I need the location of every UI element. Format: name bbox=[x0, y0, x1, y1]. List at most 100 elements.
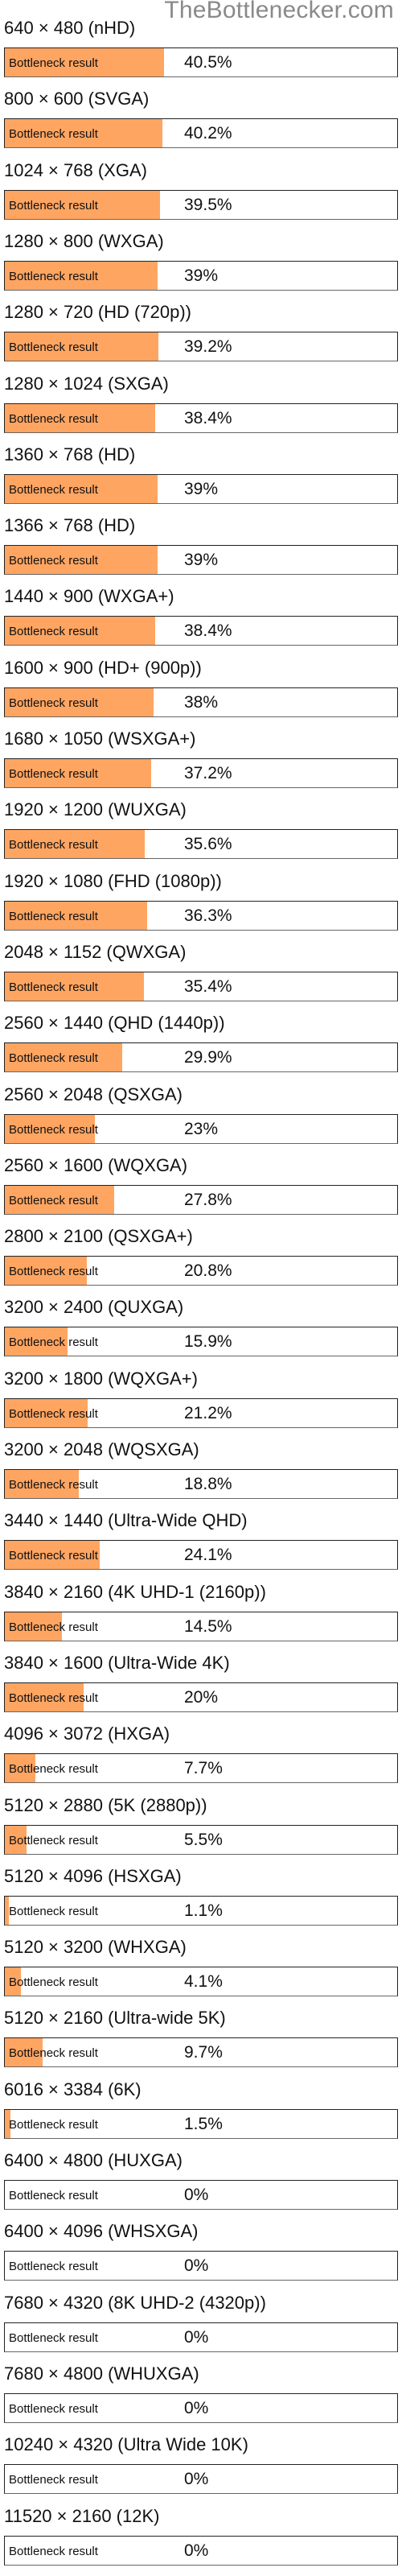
bar-value: 9.7% bbox=[184, 2043, 223, 2062]
bar-value: 0% bbox=[184, 2186, 209, 2204]
resolution-label: 1366 × 768 (HD) bbox=[4, 515, 136, 536]
result-row: 6400 × 4096 (WHSXGA) Bottleneck result 0% bbox=[0, 2203, 402, 2281]
result-row: 1366 × 768 (HD) Bottleneck result 39% bbox=[0, 497, 402, 576]
resolution-label: 5120 × 4096 (HSXGA) bbox=[4, 1865, 182, 1886]
result-row: 3840 × 2160 (4K UHD-1 (2160p)) Bottleneck… bbox=[0, 1564, 402, 1641]
bar-value: 40.5% bbox=[184, 53, 232, 72]
resolution-label: 1600 × 900 (HD+ (900p)) bbox=[4, 657, 202, 678]
bar-value: 35.6% bbox=[184, 835, 232, 854]
bar-label: Bottleneck result bbox=[9, 2189, 98, 2202]
bar-label: Bottleneck result bbox=[9, 1833, 98, 1847]
bar-value: 20% bbox=[184, 1687, 219, 1707]
resolution-label: 1280 × 800 (WXGA) bbox=[4, 230, 164, 251]
bar-value: 7.7% bbox=[184, 1759, 223, 1778]
result-row: 4096 × 3072 (HXGA) Bottleneck result 7.7% bbox=[0, 1706, 402, 1784]
resolution-label: 7680 × 4800 (WHUXGA) bbox=[4, 2363, 199, 2384]
result-row: 5120 × 2880 (5K (2880p)) Bottleneck resul… bbox=[0, 1777, 402, 1855]
result-row: 1920 × 1200 (WUXGA) Bottleneck result 35.6… bbox=[0, 782, 402, 860]
bar-value: 0% bbox=[184, 2398, 209, 2417]
resolution-label: 2560 × 1600 (WQXGA) bbox=[4, 1154, 188, 1175]
resolution-label: 4096 × 3072 (HXGA) bbox=[4, 1724, 170, 1744]
bar-label: Bottleneck result bbox=[9, 341, 98, 355]
resolution-label: 1024 × 768 (XGA) bbox=[4, 159, 147, 180]
bar-value: 29.9% bbox=[184, 1048, 232, 1067]
result-row: 1440 × 900 (WXGA+) Bottleneck result 38.4% bbox=[0, 568, 402, 646]
resolution-label: 6400 × 4800 (HUXGA) bbox=[4, 2150, 183, 2170]
bar-value: 39% bbox=[184, 479, 219, 498]
bar-value: 0% bbox=[184, 2470, 209, 2489]
bar-value: 18.8% bbox=[184, 1475, 232, 1493]
result-row: 1680 × 1050 (WSXGA+) Bottleneck result 37.… bbox=[0, 711, 402, 788]
result-row: 5120 × 4096 (HSXGA) Bottleneck result 1.1% bbox=[0, 1848, 402, 1926]
resolution-label: 1440 × 900 (WXGA+) bbox=[4, 586, 174, 607]
bar-label: Bottleneck result bbox=[9, 411, 98, 426]
resolution-label: 3200 × 1800 (WQXGA+) bbox=[4, 1368, 198, 1389]
bar-value: 1.1% bbox=[184, 1901, 223, 1920]
bar-label: Bottleneck result bbox=[9, 1122, 98, 1137]
resolution-label: 6400 × 4096 (WHSXGA) bbox=[4, 2221, 199, 2242]
result-row: 3440 × 1440 (Ultra-Wide QHD) Bottleneck r… bbox=[0, 1492, 402, 1571]
resolution-label: 1920 × 1080 (FHD (1080p)) bbox=[4, 870, 222, 891]
bar-label: Bottleneck result bbox=[9, 56, 98, 70]
bar-value: 38.4% bbox=[184, 621, 232, 641]
bar-label: Bottleneck result bbox=[9, 980, 98, 994]
bar-value: 38.4% bbox=[184, 408, 232, 427]
bar-value: 38% bbox=[184, 692, 219, 712]
bar-value: 39% bbox=[184, 266, 219, 285]
bar-label: Bottleneck result bbox=[9, 1478, 98, 1492]
bar-label: Bottleneck result bbox=[9, 1762, 98, 1777]
result-row: 800 × 600 (SVGA) Bottleneck result 40.2% bbox=[0, 71, 402, 149]
resolution-label: 3840 × 2160 (4K UHD-1 (2160p)) bbox=[4, 1581, 266, 1602]
bar-label: Bottleneck result bbox=[9, 625, 98, 639]
bar-label: Bottleneck result bbox=[9, 269, 98, 283]
resolution-label: 2800 × 2100 (QSXGA+) bbox=[4, 1226, 193, 1247]
bar-value: 24.1% bbox=[184, 1546, 232, 1565]
result-row: 11520 × 2160 (12K) Bottleneck result 0% bbox=[0, 2488, 402, 2566]
bar-label: Bottleneck result bbox=[9, 696, 98, 710]
result-row: 6016 × 3384 (6K) Bottleneck result 1.5% bbox=[0, 2062, 402, 2139]
resolution-label: 5120 × 3200 (WHXGA) bbox=[4, 1937, 187, 1958]
result-row: 5120 × 2160 (Ultra-wide 5K) Bottleneck re… bbox=[0, 1990, 402, 2068]
bar-label: Bottleneck result bbox=[9, 2473, 98, 2487]
resolution-label: 1280 × 720 (HD (720p)) bbox=[4, 302, 191, 323]
resolution-label: 3200 × 2048 (WQSXGA) bbox=[4, 1439, 199, 1459]
bar-label: Bottleneck result bbox=[9, 1549, 98, 1563]
bar-label: Bottleneck result bbox=[9, 2117, 98, 2132]
resolution-label: 1280 × 1024 (SXGA) bbox=[4, 373, 169, 394]
bar-label: Bottleneck result bbox=[9, 2544, 98, 2558]
bar-label: Bottleneck result bbox=[9, 767, 98, 781]
resolution-label: 640 × 480 (nHD) bbox=[4, 18, 136, 38]
result-row: 1360 × 768 (HD) Bottleneck result 39% bbox=[0, 427, 402, 504]
result-row: 3200 × 2400 (QUXGA) Bottleneck result 15.9… bbox=[0, 1279, 402, 1357]
bar-label: Bottleneck result bbox=[9, 2260, 98, 2274]
result-row: 3200 × 1800 (WQXGA+) Bottleneck result 21.… bbox=[0, 1351, 402, 1428]
result-row: 3840 × 1600 (Ultra-Wide 4K) Bottleneck re… bbox=[0, 1635, 402, 1712]
result-row: 1920 × 1080 (FHD (1080p)) Bottleneck resu… bbox=[0, 853, 402, 931]
bar-value: 4.1% bbox=[184, 1972, 223, 1992]
bar-value: 39.5% bbox=[184, 195, 232, 214]
bar-value: 36.3% bbox=[184, 906, 232, 925]
resolution-label: 3840 × 1600 (Ultra-Wide 4K) bbox=[4, 1652, 230, 1673]
result-row: 1280 × 800 (WXGA) Bottleneck result 39% bbox=[0, 213, 402, 291]
result-row: 2560 × 1600 (WQXGA) Bottleneck result 27.8… bbox=[0, 1137, 402, 1215]
bar-label: Bottleneck result bbox=[9, 127, 98, 142]
result-row: 3200 × 2048 (WQSXGA) Bottleneck result 18.… bbox=[0, 1422, 402, 1499]
bar-label: Bottleneck result bbox=[9, 1406, 98, 1421]
bar-label: Bottleneck result bbox=[9, 1051, 98, 1066]
bar-label: Bottleneck result bbox=[9, 1904, 98, 1918]
resolution-label: 6016 × 3384 (6K) bbox=[4, 2079, 142, 2099]
bar-label: Bottleneck result bbox=[9, 1975, 98, 1990]
result-row: 10240 × 4320 (Ultra Wide 10K) Bottleneck … bbox=[0, 2417, 402, 2495]
bar-value: 39.2% bbox=[184, 337, 232, 357]
resolution-label: 3200 × 2400 (QUXGA) bbox=[4, 1297, 184, 1318]
result-row: 1280 × 720 (HD (720p)) Bottleneck result 3… bbox=[0, 284, 402, 362]
resolution-label: 1680 × 1050 (WSXGA+) bbox=[4, 729, 196, 749]
bar-value: 20.8% bbox=[184, 1261, 232, 1281]
result-row: 7680 × 4800 (WHUXGA) Bottleneck result 0% bbox=[0, 2346, 402, 2423]
result-row: 2800 × 2100 (QSXGA+) Bottleneck result 20.… bbox=[0, 1208, 402, 1286]
resolution-label: 2560 × 1440 (QHD (1440p)) bbox=[4, 1013, 225, 1034]
bar-label: Bottleneck result bbox=[9, 2330, 98, 2345]
bar-label: Bottleneck result bbox=[9, 1193, 98, 1208]
bar-value: 5.5% bbox=[184, 1830, 223, 1849]
bar-value: 37.2% bbox=[184, 764, 232, 782]
